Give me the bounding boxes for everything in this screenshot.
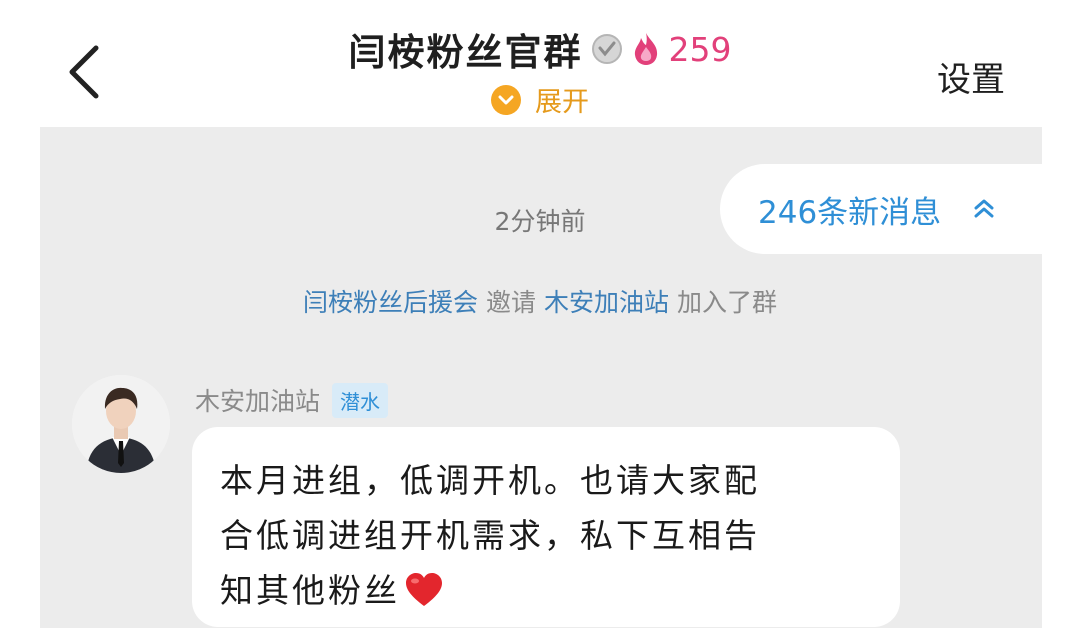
inviter-link[interactable]: 闫桉粉丝后援会 xyxy=(303,288,478,317)
message-line-last: 知其他粉丝 xyxy=(220,563,870,618)
group-title[interactable]: 闫桉粉丝官群 xyxy=(349,22,583,76)
chat-area[interactable]: 2分钟前 246条新消息 闫桉粉丝后援会 邀请 木安加油站 加入了群 木安加油站… xyxy=(40,127,1042,628)
double-chevron-up-icon xyxy=(974,199,994,218)
sender-row: 木安加油站 潜水 xyxy=(195,382,389,418)
expand-label: 展开 xyxy=(535,87,589,118)
avatar[interactable] xyxy=(72,375,170,473)
sender-name[interactable]: 木安加油站 xyxy=(195,382,320,418)
expand-button[interactable]: 展开 xyxy=(491,80,589,119)
chat-header: 闫桉粉丝官群 259 展开 设置 xyxy=(0,0,1080,127)
invitee-link[interactable]: 木安加油站 xyxy=(544,288,669,317)
new-messages-label: 246条新消息 xyxy=(758,194,942,231)
new-messages-button[interactable]: 246条新消息 xyxy=(720,164,1042,254)
notice-verb: 邀请 xyxy=(486,288,537,317)
settings-button[interactable]: 设置 xyxy=(937,52,1005,101)
message-line: 知其他粉丝 xyxy=(220,571,400,610)
chevron-down-icon xyxy=(491,84,521,115)
notice-suffix: 加入了群 xyxy=(676,288,777,317)
role-tag: 潜水 xyxy=(332,382,389,418)
system-notice: 闫桉粉丝后援会 邀请 木安加油站 加入了群 xyxy=(40,283,1040,319)
message-bubble[interactable]: 本月进组，低调开机。也请大家配 合低调进组开机需求，私下互相告 知其他粉丝 xyxy=(192,427,900,627)
expand-row: 展开 xyxy=(0,80,1080,119)
title-row: 闫桉粉丝官群 259 xyxy=(0,22,1080,76)
fire-icon xyxy=(634,33,657,65)
heart-icon xyxy=(406,573,442,606)
heat-count: 259 xyxy=(668,29,732,69)
message-line: 合低调进组开机需求，私下互相告 xyxy=(220,516,760,555)
message-text: 本月进组，低调开机。也请大家配 合低调进组开机需求，私下互相告 知其他粉丝 xyxy=(220,453,870,618)
avatar-image xyxy=(72,375,170,473)
message-line: 本月进组，低调开机。也请大家配 xyxy=(220,461,760,500)
verified-badge-icon xyxy=(591,34,622,64)
